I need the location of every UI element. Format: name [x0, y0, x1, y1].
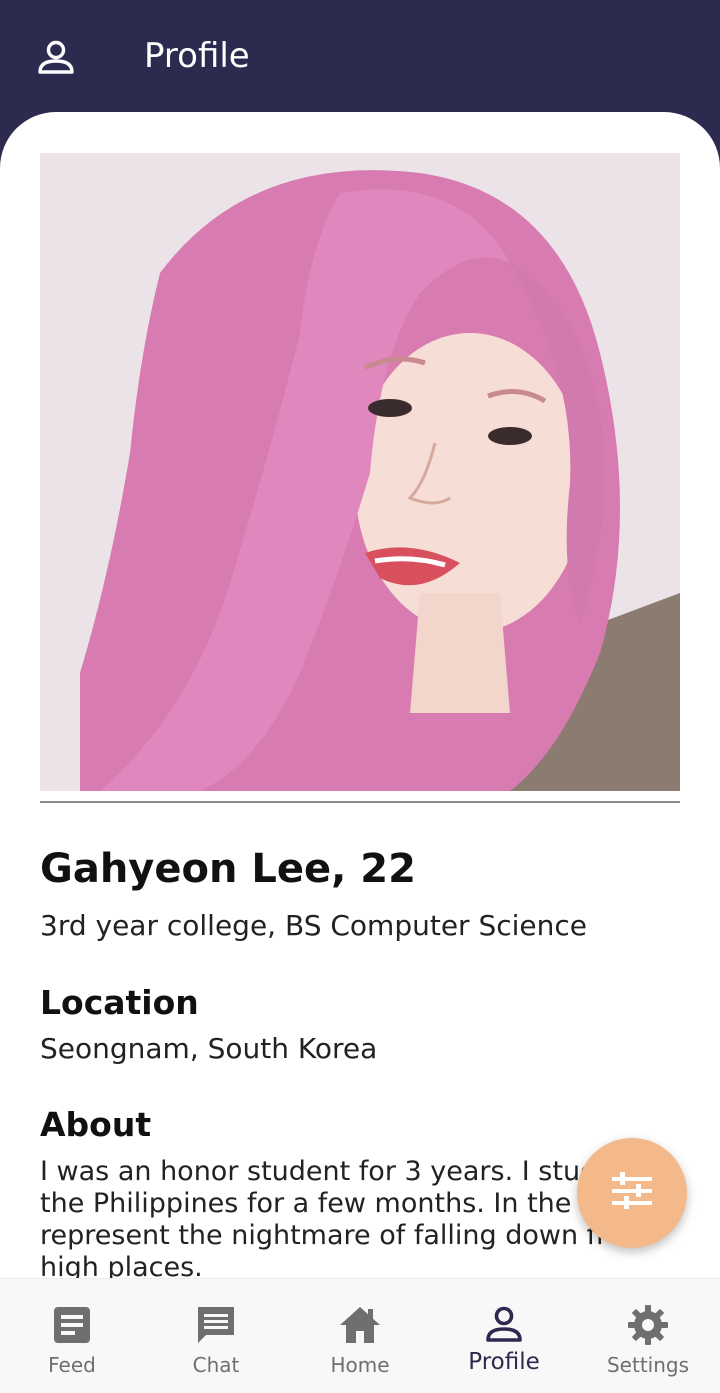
person-outline-icon[interactable]: [36, 38, 76, 78]
article-icon: [50, 1303, 94, 1347]
nav-item-profile[interactable]: Profile: [432, 1279, 576, 1393]
profile-card: Gahyeon Lee, 22 3rd year college, BS Com…: [0, 112, 720, 1312]
app-bar: Profile: [0, 0, 720, 120]
nav-label-feed: Feed: [48, 1353, 96, 1377]
photo-divider: [40, 801, 680, 803]
app-root: Profile Gahyeon Lee, 22 3rd year college…: [0, 0, 720, 1393]
gear-icon: [626, 1303, 670, 1347]
nav-item-feed[interactable]: Feed: [0, 1279, 144, 1393]
chat-bubble-icon: [194, 1303, 238, 1347]
nav-item-home[interactable]: Home: [288, 1279, 432, 1393]
profile-name-age: Gahyeon Lee, 22: [40, 846, 416, 892]
nav-label-home: Home: [330, 1353, 390, 1377]
nav-label-chat: Chat: [192, 1353, 240, 1377]
page-title: Profile: [144, 36, 250, 76]
profile-education: 3rd year college, BS Computer Science: [40, 909, 588, 942]
filter-fab-button[interactable]: [577, 1138, 687, 1248]
nav-label-settings: Settings: [606, 1353, 690, 1377]
location-heading: Location: [40, 983, 199, 1022]
home-icon: [338, 1303, 382, 1347]
location-value: Seongnam, South Korea: [40, 1032, 378, 1065]
nav-label-profile: Profile: [468, 1349, 540, 1375]
nav-item-settings[interactable]: Settings: [576, 1279, 720, 1393]
nav-item-chat[interactable]: Chat: [144, 1279, 288, 1393]
portrait-illustration: [40, 153, 680, 791]
bottom-navigation: Feed Chat Home Profile Settings: [0, 1278, 720, 1393]
person-outline-icon: [482, 1303, 526, 1347]
tune-sliders-icon: [610, 1169, 654, 1217]
profile-photo[interactable]: [40, 153, 680, 791]
about-heading: About: [40, 1105, 152, 1144]
